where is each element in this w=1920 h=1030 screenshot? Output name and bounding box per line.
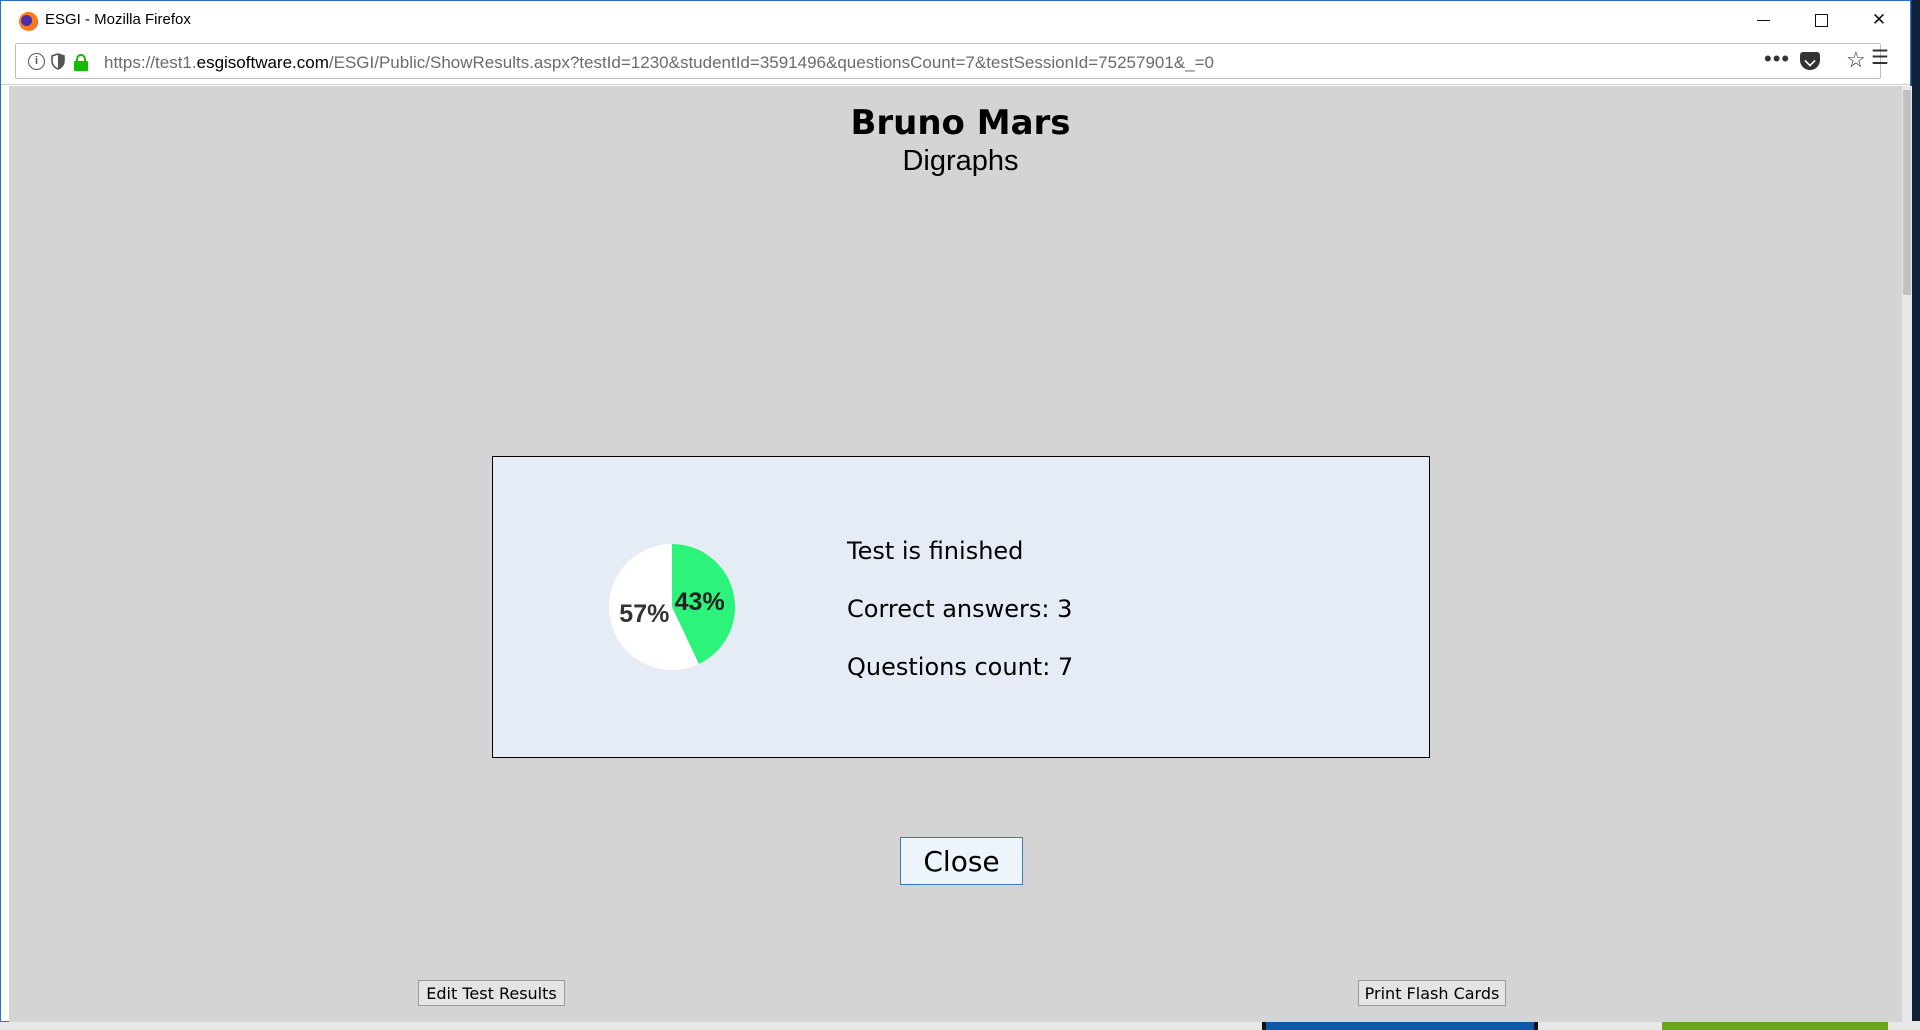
scrollbar[interactable]	[1902, 86, 1912, 1022]
lock-icon[interactable]	[74, 54, 88, 71]
url-prefix: https://test1.	[104, 53, 197, 72]
result-panel: 43% 57% Test is finished Correct answers:…	[492, 456, 1430, 758]
url-text[interactable]: https://test1.esgisoftware.com/ESGI/Publ…	[104, 53, 1214, 73]
star-icon[interactable]: ☆	[1846, 47, 1866, 73]
firefox-logo-icon	[19, 12, 38, 31]
hamburger-menu-icon[interactable]: ☰	[1871, 45, 1889, 70]
minimize-button[interactable]	[1734, 1, 1792, 39]
maximize-button[interactable]	[1792, 1, 1850, 39]
background-app-edge-right	[1912, 0, 1920, 1030]
url-path: /ESGI/Public/ShowResults.aspx?testId=123…	[328, 53, 1214, 72]
shield-icon[interactable]	[51, 53, 65, 74]
browser-window: ESGI - Mozilla Firefox ✕ i https://test1…	[0, 0, 1912, 1022]
url-bar[interactable]: i https://test1.esgisoftware.com/ESGI/Pu…	[15, 43, 1881, 79]
close-button[interactable]: Close	[900, 837, 1023, 885]
title-bar: ESGI - Mozilla Firefox ✕	[1, 1, 1910, 39]
info-icon[interactable]: i	[28, 53, 45, 70]
print-flash-cards-button[interactable]: Print Flash Cards	[1358, 980, 1506, 1006]
pocket-icon[interactable]	[1800, 52, 1820, 70]
edit-test-results-button[interactable]: Edit Test Results	[418, 980, 565, 1006]
more-icon[interactable]: •••	[1764, 46, 1790, 72]
navigation-bar: i https://test1.esgisoftware.com/ESGI/Pu…	[1, 39, 1910, 85]
questions-count-text: Questions count: 7	[847, 653, 1074, 681]
close-icon: ✕	[1871, 10, 1887, 29]
student-name: Bruno Mars	[850, 103, 1071, 143]
minimize-icon	[1756, 19, 1770, 21]
page-content: Bruno Mars Digraphs 43% 57% Test is finis…	[9, 86, 1912, 1022]
window-title: ESGI - Mozilla Firefox	[45, 11, 191, 28]
status-text: Test is finished	[847, 537, 1024, 565]
background-app-bottom	[0, 1021, 1920, 1030]
score-pie-chart: 43% 57%	[607, 542, 737, 672]
close-window-button[interactable]: ✕	[1850, 1, 1908, 39]
pie-label-0: 43%	[675, 588, 725, 616]
pie-label-1: 57%	[619, 600, 669, 628]
test-name: Digraphs	[902, 145, 1019, 177]
url-host: esgisoftware.com	[196, 53, 329, 72]
maximize-icon	[1814, 13, 1828, 27]
scrollbar-thumb[interactable]	[1903, 90, 1911, 295]
correct-answers-text: Correct answers: 3	[847, 595, 1073, 623]
pie-chart-svg: 43%57%	[609, 544, 735, 670]
